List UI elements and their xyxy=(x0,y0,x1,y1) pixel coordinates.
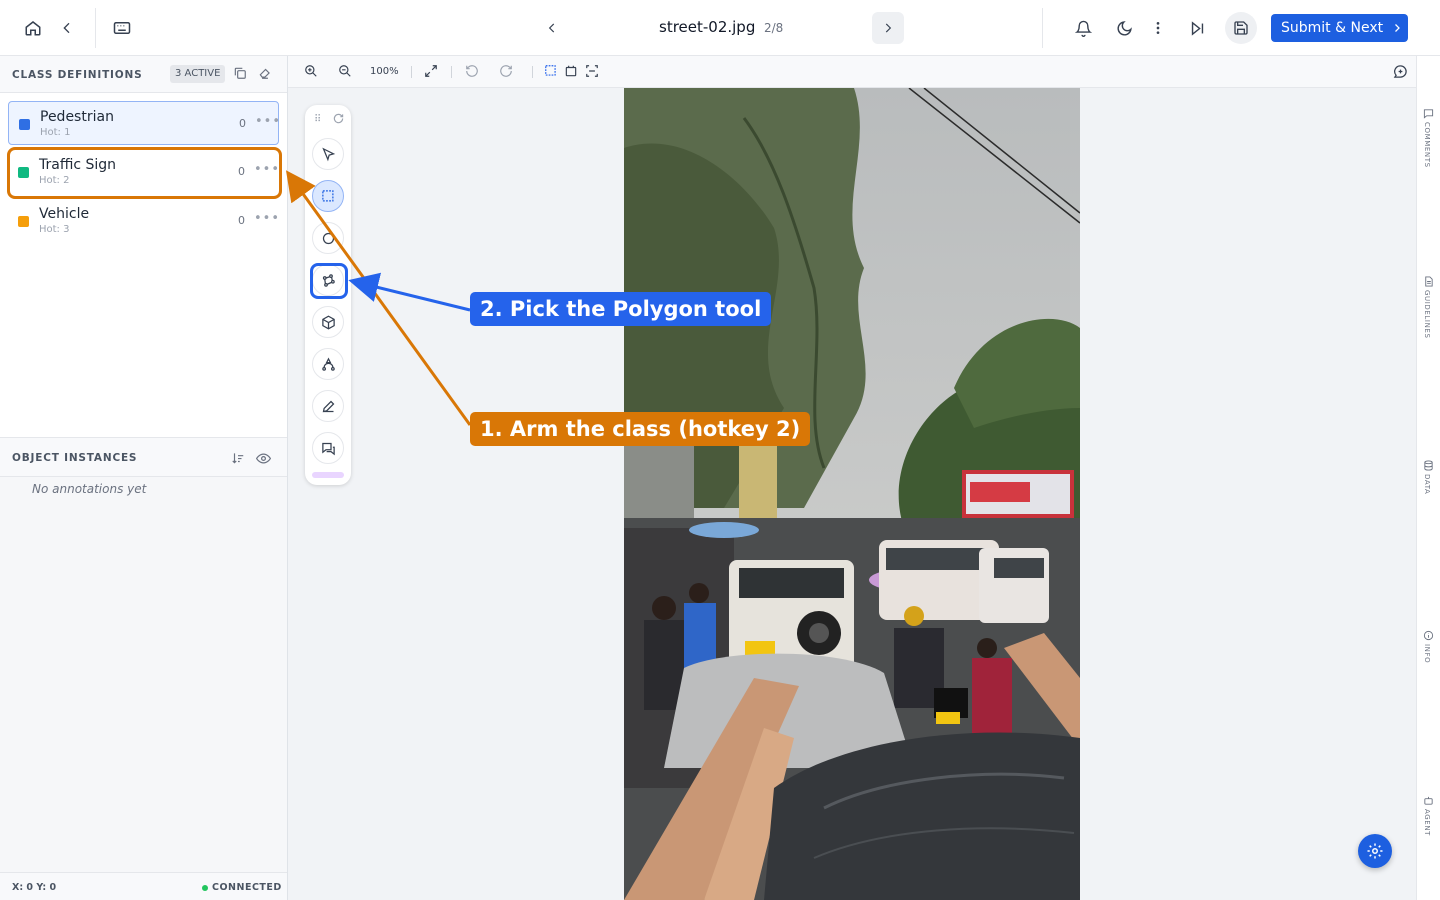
crop-icon[interactable] xyxy=(564,64,580,80)
bell-icon[interactable] xyxy=(1067,12,1099,44)
reset-icon[interactable] xyxy=(333,113,344,124)
cuboid-tool-icon[interactable] xyxy=(312,306,344,338)
rail-label: DATA xyxy=(1423,474,1431,495)
moon-icon[interactable] xyxy=(1108,12,1140,44)
step2-callout: 2. Pick the Polygon tool xyxy=(470,292,772,326)
class-item-pedestrian[interactable]: Pedestrian Hot: 1 0 ••• xyxy=(8,101,281,145)
connection-status-label: CONNECTED xyxy=(212,882,282,893)
message-icon xyxy=(1423,109,1434,119)
pencil-tool-icon[interactable] xyxy=(312,390,344,422)
rail-label: GUIDELINES xyxy=(1423,290,1431,339)
rail-label: INFO xyxy=(1423,644,1431,664)
rail-label: AGENT xyxy=(1423,809,1431,837)
street-photo[interactable] xyxy=(624,88,1080,900)
class-highlight-box xyxy=(7,147,282,199)
fit-screen-icon[interactable] xyxy=(424,64,440,80)
image-canvas[interactable] xyxy=(288,88,1416,900)
scan-icon[interactable] xyxy=(585,64,601,80)
class-name: Vehicle xyxy=(39,206,90,222)
class-item-vehicle[interactable]: Vehicle Hot: 3 0 ••• xyxy=(8,199,279,243)
agent-tab[interactable]: AGENT xyxy=(1423,795,1435,836)
zoom-level: 100% xyxy=(370,66,399,77)
info-tab[interactable]: INFO xyxy=(1423,630,1435,663)
street-photo-image xyxy=(624,88,1080,900)
top-bar: street-02.jpg 2/8 Submit & Next xyxy=(0,0,1440,56)
empty-state-text: No annotations yet xyxy=(32,482,147,496)
submit-next-label: Submit & Next xyxy=(1281,20,1384,36)
active-count-badge: 3 ACTIVE xyxy=(170,65,226,83)
save-icon[interactable] xyxy=(1225,12,1257,44)
copy-icon[interactable] xyxy=(233,66,249,82)
gear-icon xyxy=(1367,843,1383,859)
class-hotkey: Hot: 1 xyxy=(40,127,71,138)
divider xyxy=(532,66,533,78)
expand-palette-handle[interactable] xyxy=(312,472,344,478)
select-tool-icon[interactable] xyxy=(312,138,344,170)
settings-fab[interactable] xyxy=(1358,834,1392,868)
drag-handle-icon[interactable]: ⠿ xyxy=(314,114,321,125)
eraser-icon[interactable] xyxy=(258,66,274,82)
object-instances-header: OBJECT INSTANCES xyxy=(0,437,287,477)
guidelines-tab[interactable]: GUIDELINES xyxy=(1423,276,1435,339)
curve-tool-icon[interactable] xyxy=(312,348,344,380)
eye-icon[interactable] xyxy=(256,451,272,467)
class-color-swatch xyxy=(18,216,29,227)
bot-icon xyxy=(1424,796,1433,805)
info-icon xyxy=(1423,630,1434,641)
divider xyxy=(411,66,412,78)
object-instances-title: OBJECT INSTANCES xyxy=(12,452,138,464)
step1-callout: 1. Arm the class (hotkey 2) xyxy=(470,412,811,446)
connection-status: CONNECTED xyxy=(202,882,282,893)
class-hotkey: Hot: 3 xyxy=(39,224,70,235)
divider xyxy=(1042,8,1043,48)
comment-tool-icon[interactable] xyxy=(312,432,344,464)
chevron-right-icon xyxy=(1395,24,1400,32)
database-icon xyxy=(1424,460,1433,471)
undo-icon[interactable] xyxy=(465,64,481,80)
redo-icon[interactable] xyxy=(499,64,515,80)
object-instances-list: No annotations yet xyxy=(0,477,287,872)
zoom-in-icon[interactable] xyxy=(304,64,320,80)
class-count: 0 xyxy=(239,117,246,130)
home-icon[interactable] xyxy=(17,12,49,44)
more-vertical-icon[interactable] xyxy=(1142,12,1174,44)
divider xyxy=(451,66,452,78)
image-filename: street-02.jpg xyxy=(659,18,756,36)
class-count: 0 xyxy=(238,214,245,227)
polygon-tool-highlight-box xyxy=(310,263,348,299)
document-icon xyxy=(1425,276,1433,287)
skip-forward-icon[interactable] xyxy=(1181,12,1213,44)
keyboard-icon[interactable] xyxy=(106,12,138,44)
rail-label: COMMENTS xyxy=(1423,122,1431,168)
cursor-coords: X: 0 Y: 0 xyxy=(12,882,57,893)
divider xyxy=(95,8,96,48)
sort-icon[interactable] xyxy=(231,451,247,467)
status-bar: X: 0 Y: 0 CONNECTED xyxy=(0,872,287,900)
box-tool-icon[interactable] xyxy=(312,180,344,212)
submit-next-button[interactable]: Submit & Next xyxy=(1271,14,1408,42)
prev-image-icon[interactable] xyxy=(536,12,568,44)
add-comment-icon[interactable] xyxy=(1393,64,1409,80)
canvas-toolbar: 100% xyxy=(288,56,1416,88)
box-select-icon[interactable] xyxy=(544,64,560,80)
more-horizontal-icon[interactable]: ••• xyxy=(254,211,280,226)
class-definitions-header: CLASS DEFINITIONS 3 ACTIVE xyxy=(0,56,287,93)
image-page-count: 2/8 xyxy=(764,21,784,35)
class-color-swatch xyxy=(19,119,30,130)
more-horizontal-icon[interactable]: ••• xyxy=(255,114,281,129)
data-tab[interactable]: DATA xyxy=(1423,460,1435,494)
circle-tool-icon[interactable] xyxy=(312,222,344,254)
next-image-icon[interactable] xyxy=(872,12,904,44)
zoom-out-icon[interactable] xyxy=(338,64,354,80)
comments-tab[interactable]: COMMENTS xyxy=(1423,108,1435,168)
class-name: Pedestrian xyxy=(40,109,114,125)
back-icon[interactable] xyxy=(51,12,83,44)
status-dot xyxy=(202,884,208,891)
right-rail: COMMENTS GUIDELINES DATA INFO AGENT xyxy=(1416,56,1440,900)
class-definitions-title: CLASS DEFINITIONS xyxy=(12,69,143,81)
